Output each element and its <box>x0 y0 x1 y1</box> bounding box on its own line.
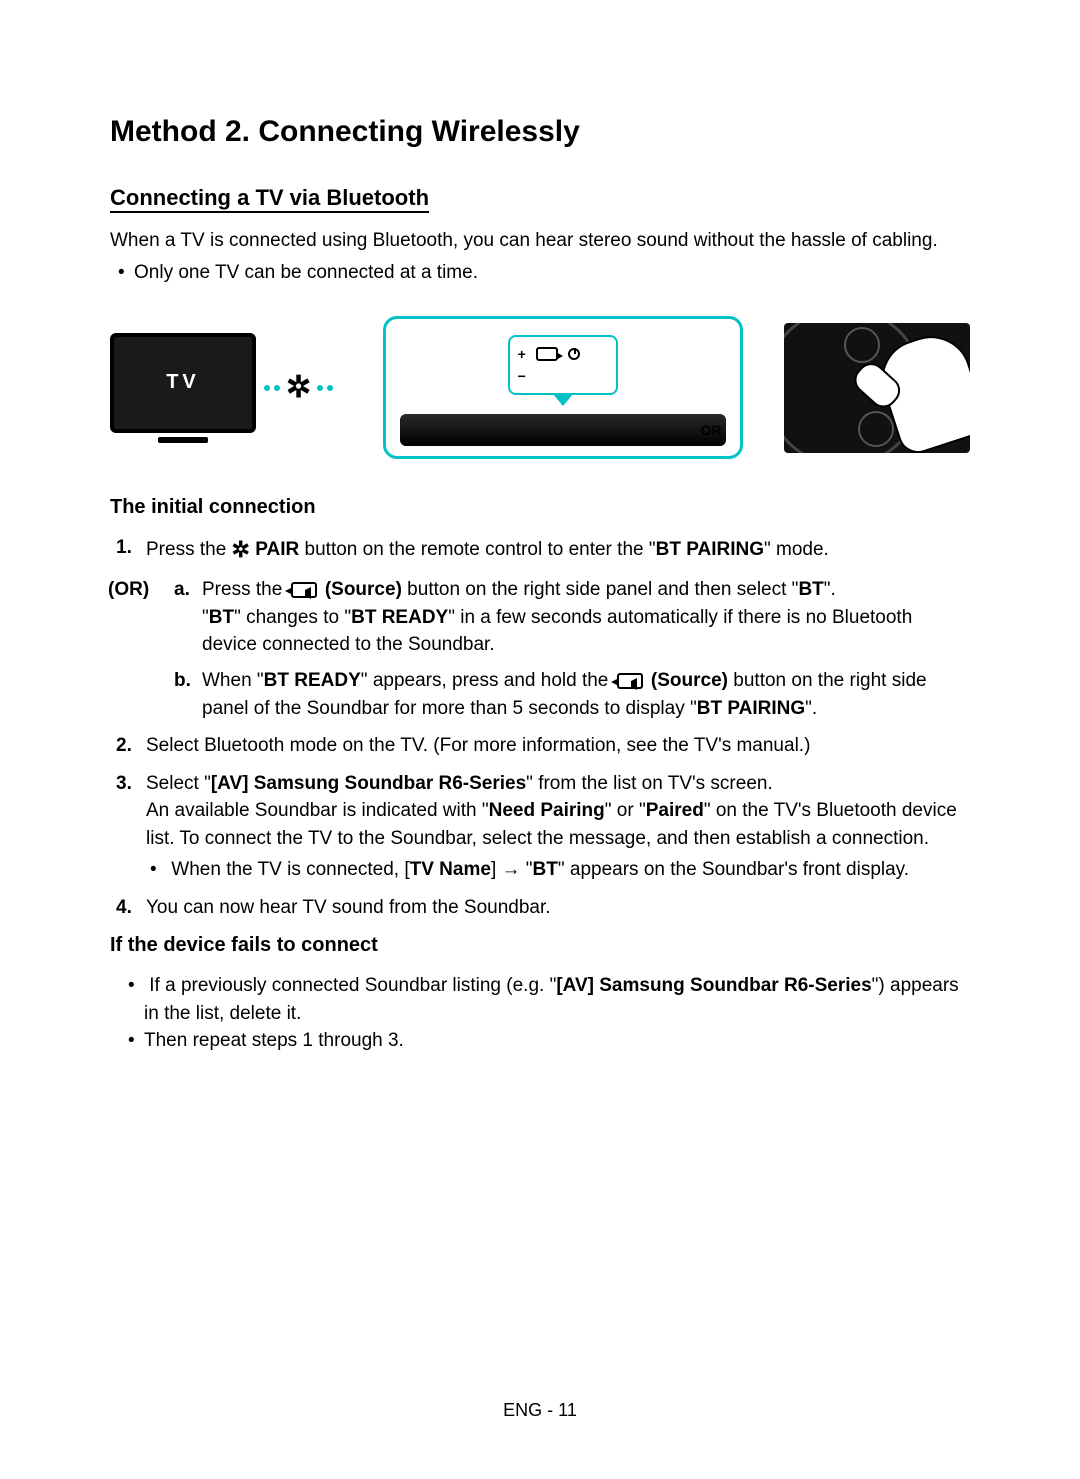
step-4: You can now hear TV sound from the Sound… <box>146 894 970 922</box>
or-marker: (OR) <box>108 576 149 604</box>
section-subtitle: Connecting a TV via Bluetooth <box>110 182 970 214</box>
fail-bullet-1: If a previously connected Soundbar listi… <box>144 972 970 1027</box>
note-bullet: Only one TV can be connected at a time. <box>134 259 970 287</box>
step-3: Select "[AV] Samsung Soundbar R6-Series"… <box>146 770 970 884</box>
page-footer: ENG - 11 <box>0 1397 1080 1423</box>
source-icon <box>536 347 558 361</box>
page-title: Method 2. Connecting Wirelessly <box>110 110 970 154</box>
diagram: TV ✲ + − OR <box>110 316 970 459</box>
power-icon <box>568 348 580 360</box>
intro-text: When a TV is connected using Bluetooth, … <box>110 227 970 255</box>
bluetooth-icon: ✲ <box>232 537 250 562</box>
step-3-sub: When the TV is connected, [TV Name] → "B… <box>166 856 970 884</box>
button-callout: + − <box>508 335 618 395</box>
soundbar-illustration <box>400 414 726 446</box>
or-block: (OR) Press the (Source) button on the ri… <box>174 576 970 722</box>
section-fail: If the device fails to connect <box>110 931 970 960</box>
fail-bullet-2: Then repeat steps 1 through 3. <box>144 1027 970 1055</box>
or-step-b: When "BT READY" appears, press and hold … <box>174 667 970 722</box>
finger-press-illustration <box>784 323 970 453</box>
step-1: Press the ✲ PAIR button on the remote co… <box>146 534 970 566</box>
source-icon <box>617 673 643 689</box>
bluetooth-icon: ✲ <box>286 366 311 410</box>
source-icon <box>291 582 317 598</box>
tv-illustration: TV <box>110 333 256 443</box>
step-2: Select Bluetooth mode on the TV. (For mo… <box>146 732 970 760</box>
section-initial: The initial connection <box>110 493 970 522</box>
or-step-a: Press the (Source) button on the right s… <box>174 576 970 659</box>
or-label: OR <box>701 420 722 440</box>
bluetooth-signal-icon: ✲ <box>264 366 333 410</box>
soundbar-panel: + − OR <box>383 316 743 459</box>
